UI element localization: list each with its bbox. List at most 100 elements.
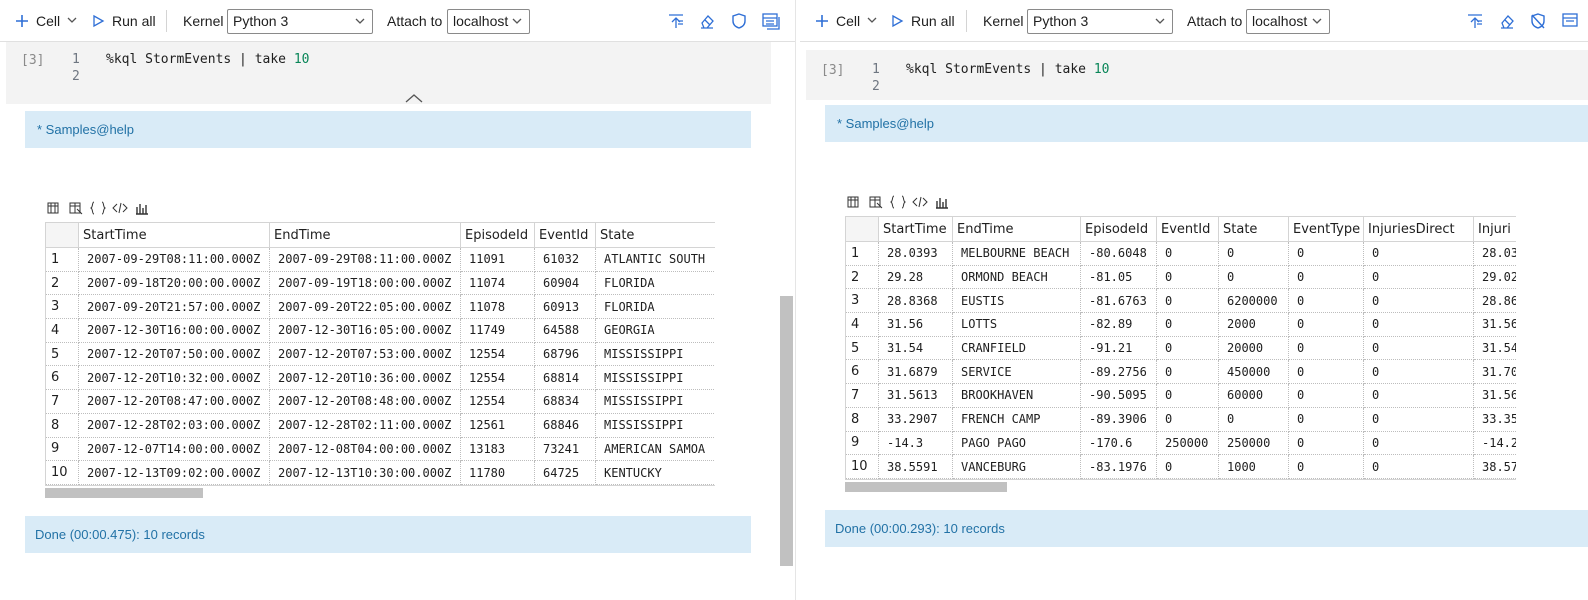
- row-number-cell[interactable]: 10: [45, 460, 79, 485]
- row-number-cell[interactable]: 9: [45, 437, 79, 462]
- table-row[interactable]: 9 -14.3 PAGO PAGO -170.6 250000 250000 0 0 -14.2: [845, 431, 1516, 456]
- row-number-cell[interactable]: 3: [45, 294, 79, 320]
- collapse-cells-icon[interactable]: [667, 9, 685, 33]
- table-cell[interactable]: 0: [1288, 359, 1364, 385]
- table-cell[interactable]: 0: [1288, 265, 1364, 290]
- code-line[interactable]: %kql StormEvents | take 10: [906, 62, 1110, 77]
- row-number-cell[interactable]: 8: [45, 413, 79, 438]
- table-cell[interactable]: 0: [1156, 407, 1219, 432]
- save-csv-icon[interactable]: [46, 200, 62, 216]
- column-header[interactable]: EventType: [1288, 216, 1364, 242]
- run-all-button[interactable]: Run all: [890, 9, 955, 33]
- table-cell[interactable]: 60904: [534, 271, 596, 296]
- table-row[interactable]: 3 2007-09-20T21:57:00.000Z 2007-09-20T22:0…: [45, 294, 715, 320]
- table-cell[interactable]: 68834: [534, 389, 596, 414]
- table-cell[interactable]: 0: [1156, 241, 1219, 266]
- table-cell[interactable]: 450000: [1218, 359, 1289, 385]
- table-cell[interactable]: 33.35: [1473, 407, 1516, 432]
- collapse-cells-icon[interactable]: [1466, 9, 1484, 33]
- save-json-icon[interactable]: [890, 194, 906, 210]
- table-cell[interactable]: 2007-12-07T14:00:00.000Z: [78, 437, 270, 462]
- table-cell[interactable]: -170.6: [1080, 431, 1157, 456]
- table-row[interactable]: 6 2007-12-20T10:32:00.000Z 2007-12-20T10:3…: [45, 365, 715, 391]
- table-cell[interactable]: 0: [1363, 265, 1474, 290]
- table-cell[interactable]: 28.8368: [878, 288, 953, 314]
- table-row[interactable]: 2 29.28 ORMOND BEACH -81.05 0 0 0 0 29.02: [845, 265, 1516, 290]
- table-cell[interactable]: 29.28: [878, 265, 953, 290]
- table-cell[interactable]: 2007-12-08T04:00:00.000Z: [269, 437, 461, 462]
- table-cell[interactable]: 2007-12-20T10:36:00.000Z: [269, 365, 461, 391]
- column-header[interactable]: StartTime: [78, 222, 270, 248]
- table-cell[interactable]: -82.89: [1080, 312, 1157, 337]
- table-cell[interactable]: 60913: [534, 294, 596, 320]
- table-cell[interactable]: 2007-12-20T10:32:00.000Z: [78, 365, 270, 391]
- column-header[interactable]: InjuriesDirect: [1363, 216, 1474, 242]
- row-number-cell[interactable]: 4: [845, 312, 879, 337]
- table-cell[interactable]: SERVICE: [952, 359, 1081, 385]
- table-cell[interactable]: 0: [1288, 383, 1364, 408]
- table-cell[interactable]: 0: [1156, 265, 1219, 290]
- table-cell[interactable]: VANCEBURG: [952, 454, 1081, 479]
- table-cell[interactable]: 68846: [534, 413, 596, 438]
- table-row[interactable]: 6 31.6879 SERVICE -89.2756 0 450000 0 0 31.70: [845, 359, 1516, 385]
- table-cell[interactable]: 33.2907: [878, 407, 953, 432]
- table-cell[interactable]: 2007-12-20T08:47:00.000Z: [78, 389, 270, 414]
- table-cell[interactable]: 2007-12-28T02:11:00.000Z: [269, 413, 461, 438]
- view-toggle-icon[interactable]: [761, 9, 781, 33]
- table-cell[interactable]: 0: [1156, 288, 1219, 314]
- row-number-cell[interactable]: 7: [845, 383, 879, 408]
- chart-icon[interactable]: [934, 194, 950, 210]
- code-cell[interactable]: [3] 1 2 %kql StormEvents | take 10: [6, 42, 771, 104]
- save-excel-icon[interactable]: [68, 200, 84, 216]
- clear-outputs-icon[interactable]: [1498, 9, 1516, 33]
- table-row[interactable]: 4 31.56 LOTTS -82.89 0 2000 0 0 31.56: [845, 312, 1516, 337]
- table-cell[interactable]: 28.86: [1473, 288, 1516, 314]
- table-cell[interactable]: 0: [1156, 454, 1219, 479]
- table-cell[interactable]: 1000: [1218, 454, 1289, 479]
- table-cell[interactable]: 31.56: [878, 312, 953, 337]
- add-cell-button[interactable]: Cell: [814, 9, 878, 33]
- table-cell[interactable]: 38.5591: [878, 454, 953, 479]
- table-cell[interactable]: GEORGIA: [595, 318, 715, 343]
- table-cell[interactable]: 12554: [460, 389, 535, 414]
- row-number-cell[interactable]: 4: [45, 318, 79, 343]
- table-row[interactable]: 2 2007-09-18T20:00:00.000Z 2007-09-19T18:0…: [45, 271, 715, 296]
- table-cell[interactable]: 0: [1218, 241, 1289, 266]
- row-number-cell[interactable]: 6: [45, 365, 79, 391]
- column-header[interactable]: State: [1218, 216, 1289, 242]
- table-cell[interactable]: 2007-12-20T07:50:00.000Z: [78, 342, 270, 367]
- table-cell[interactable]: 64588: [534, 318, 596, 343]
- kernel-select[interactable]: Python 3: [227, 9, 373, 34]
- table-row[interactable]: 8 2007-12-28T02:03:00.000Z 2007-12-28T02:1…: [45, 413, 715, 438]
- table-cell[interactable]: FLORIDA: [595, 271, 715, 296]
- table-cell[interactable]: EUSTIS: [952, 288, 1081, 314]
- table-cell[interactable]: CRANFIELD: [952, 336, 1081, 361]
- table-cell[interactable]: -91.21: [1080, 336, 1157, 361]
- table-cell[interactable]: 31.56: [1473, 312, 1516, 337]
- row-number-cell[interactable]: 5: [45, 342, 79, 367]
- kernel-select[interactable]: Python 3: [1027, 9, 1173, 34]
- column-header[interactable]: EventId: [1156, 216, 1219, 242]
- column-header[interactable]: Injuri: [1473, 216, 1516, 242]
- table-cell[interactable]: -81.6763: [1080, 288, 1157, 314]
- column-header[interactable]: EpisodeId: [460, 222, 535, 248]
- table-row[interactable]: 3 28.8368 EUSTIS -81.6763 0 6200000 0 0 28.86: [845, 288, 1516, 314]
- table-cell[interactable]: MISSISSIPPI: [595, 365, 715, 391]
- column-header[interactable]: State: [595, 222, 715, 248]
- table-cell[interactable]: 0: [1363, 312, 1474, 337]
- table-cell[interactable]: ORMOND BEACH: [952, 265, 1081, 290]
- code-cell[interactable]: [3] 1 2 %kql StormEvents | take 10: [806, 50, 1588, 100]
- table-cell[interactable]: 0: [1288, 288, 1364, 314]
- column-header[interactable]: EpisodeId: [1080, 216, 1157, 242]
- column-header[interactable]: EndTime: [269, 222, 461, 248]
- table-row[interactable]: 5 2007-12-20T07:50:00.000Z 2007-12-20T07:5…: [45, 342, 715, 367]
- table-cell[interactable]: 0: [1288, 454, 1364, 479]
- table-cell[interactable]: -81.05: [1080, 265, 1157, 290]
- row-number-cell[interactable]: 9: [845, 431, 879, 456]
- table-cell[interactable]: 2000: [1218, 312, 1289, 337]
- column-header[interactable]: EndTime: [952, 216, 1081, 242]
- table-cell[interactable]: MISSISSIPPI: [595, 413, 715, 438]
- table-cell[interactable]: 0: [1363, 288, 1474, 314]
- chart-icon[interactable]: [134, 200, 150, 216]
- table-cell[interactable]: 31.56: [1473, 383, 1516, 408]
